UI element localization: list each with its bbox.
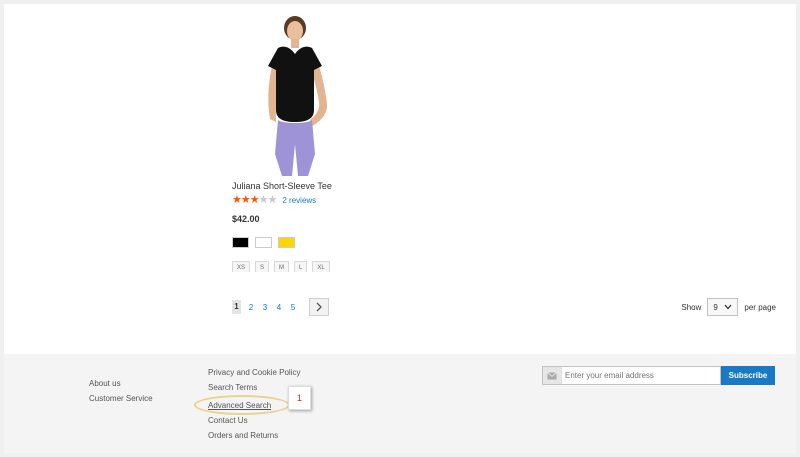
footer-link-customer-service[interactable]: Customer Service [89, 391, 153, 406]
star-icon: ★ [240, 194, 251, 206]
product-name[interactable]: Juliana Short-Sleeve Tee [232, 181, 332, 191]
limiter-value: 9 [713, 302, 718, 312]
footer-link-contact-us[interactable]: Contact Us [208, 413, 300, 428]
product-rating: ★★★★★ 2 reviews [232, 195, 316, 206]
chevron-down-icon [724, 304, 732, 310]
limiter-show-label: Show [681, 302, 702, 312]
page-link-2[interactable]: 2 [247, 303, 255, 312]
size-swatch-l[interactable]: L [294, 261, 308, 272]
footer-link-about-us[interactable]: About us [89, 376, 153, 391]
star-icon: ★ [267, 194, 278, 206]
color-swatch-yellow[interactable] [278, 237, 295, 248]
next-page-button[interactable] [309, 298, 329, 316]
color-swatch-white[interactable] [255, 237, 272, 248]
email-box [542, 366, 721, 385]
footer-link-orders-returns[interactable]: Orders and Returns [208, 428, 300, 443]
pager: 12345 [232, 298, 329, 316]
size-swatch-xl[interactable]: XL [312, 261, 330, 272]
footer-link-search-terms[interactable]: Search Terms [208, 380, 300, 395]
newsletter-form: Subscribe [542, 366, 775, 385]
page-list: 12345 [232, 300, 303, 314]
reviews-link[interactable]: 2 reviews [282, 196, 316, 205]
size-swatch-xs[interactable]: XS [232, 261, 251, 272]
limiter-per-page-label: per page [744, 302, 776, 312]
star-icon: ★ [258, 194, 269, 206]
color-swatches [232, 237, 301, 248]
limiter-select[interactable]: 9 [707, 298, 739, 316]
color-swatch-black[interactable] [232, 237, 249, 248]
page-link-3[interactable]: 3 [261, 303, 269, 312]
rating-stars: ★★★★★ [232, 194, 278, 206]
page-link-5[interactable]: 5 [289, 303, 297, 312]
size-swatch-s[interactable]: S [255, 261, 270, 272]
annotation-step-badge: 1 [288, 386, 311, 410]
footer-link-privacy[interactable]: Privacy and Cookie Policy [208, 365, 300, 380]
product-listing: Juliana Short-Sleeve Tee ★★★★★ 2 reviews… [4, 4, 796, 354]
newsletter-email-input[interactable] [562, 371, 717, 380]
page-frame: Juliana Short-Sleeve Tee ★★★★★ 2 reviews… [0, 0, 800, 457]
product-image[interactable] [248, 14, 342, 178]
envelope-icon [543, 367, 562, 384]
star-icon: ★ [249, 194, 260, 206]
footer-links-col2: Privacy and Cookie Policy Search Terms A… [194, 365, 300, 443]
advanced-search-highlight: Advanced Search [194, 395, 290, 415]
footer-links-col1: About us Customer Service [89, 376, 153, 406]
limiter: Show 9 per page [681, 298, 776, 316]
footer: About us Customer Service Privacy and Co… [4, 354, 796, 453]
current-page: 1 [232, 300, 241, 314]
star-icon: ★ [232, 194, 242, 206]
page-link-4[interactable]: 4 [275, 303, 283, 312]
size-swatches: XS S M L XL [232, 261, 335, 272]
subscribe-button[interactable]: Subscribe [721, 366, 775, 385]
highlight-ellipse [194, 395, 290, 415]
product-price: $42.00 [232, 214, 260, 224]
chevron-right-icon [316, 302, 322, 312]
size-swatch-m[interactable]: M [274, 261, 290, 272]
